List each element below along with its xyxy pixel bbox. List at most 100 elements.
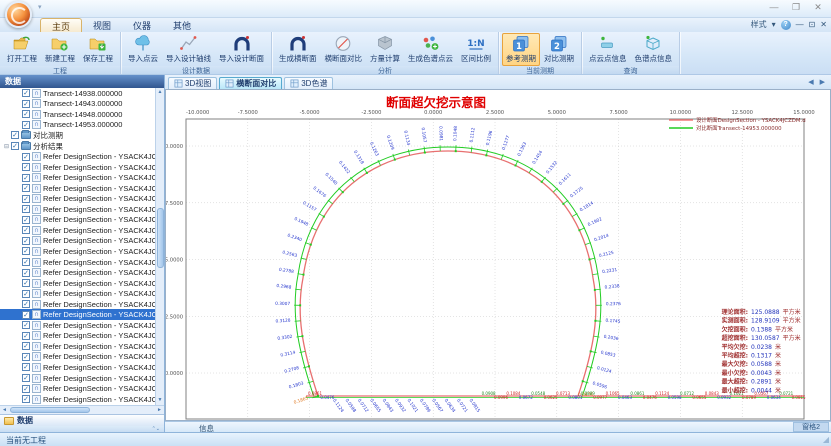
- pane-badge[interactable]: 窗格2: [793, 422, 829, 432]
- tree-checkbox[interactable]: ✓: [22, 311, 30, 319]
- tree-checkbox[interactable]: ✓: [22, 279, 30, 287]
- tree-checkbox[interactable]: ✓: [22, 121, 30, 129]
- tree-item[interactable]: ✓∩Refer DesignSection - YSACK4JCZDI: [0, 236, 164, 247]
- ribbon-button-导入设计轴线[interactable]: 导入设计轴线: [162, 33, 215, 66]
- tab-nav-arrows[interactable]: ◀ ▶: [808, 78, 827, 86]
- tree-checkbox[interactable]: ✓: [22, 332, 30, 340]
- tree-item[interactable]: ✓∩Transect-14943.000000: [0, 99, 164, 110]
- tree-checkbox[interactable]: ✓: [22, 247, 30, 255]
- tree-checkbox[interactable]: ✓: [22, 89, 30, 97]
- tree-checkbox[interactable]: ✓: [22, 184, 30, 192]
- scroll-right-icon[interactable]: ►: [157, 406, 162, 415]
- tree-item[interactable]: ✓∩Refer DesignSection - YSACK4JCZDI: [0, 331, 164, 342]
- tree-item[interactable]: ✓∩Transect-14938.000000: [0, 88, 164, 99]
- tree-checkbox[interactable]: ✓: [22, 205, 30, 213]
- tree-checkbox[interactable]: ✓: [22, 258, 30, 266]
- ribbon-button-区间比例[interactable]: 1:N区间比例: [457, 33, 495, 66]
- tree-expander-icon[interactable]: ⊟: [4, 143, 11, 150]
- tree-item[interactable]: ⊟✓分析结果: [0, 141, 164, 152]
- tree-checkbox[interactable]: ✓: [22, 385, 30, 393]
- tree-checkbox[interactable]: ✓: [22, 269, 30, 277]
- ribbon-button-导入设计断面[interactable]: 导入设计断面: [215, 33, 268, 66]
- tree-checkbox[interactable]: ✓: [22, 363, 30, 371]
- tree-item[interactable]: ✓∩Refer DesignSection - YSACK4JCZDI: [0, 204, 164, 215]
- ribbon-button-参考测期[interactable]: 1参考测期: [502, 33, 540, 66]
- resize-grip-icon[interactable]: ◢: [823, 435, 829, 444]
- quick-access-chevron-icon[interactable]: ▾: [38, 3, 42, 11]
- maximize-button[interactable]: ❐: [788, 2, 804, 13]
- tree-checkbox[interactable]: ✓: [22, 100, 30, 108]
- tree-item[interactable]: ✓对比测期: [0, 130, 164, 141]
- tree-item[interactable]: ✓∩Refer DesignSection - YSACK4JCZDI: [0, 151, 164, 162]
- tree-item[interactable]: ✓∩Refer DesignSection - YSACK4JCZDI: [0, 352, 164, 363]
- data-panel-bottom-tab[interactable]: 数据: [0, 414, 164, 426]
- tree-item-selected[interactable]: ✓∩Refer DesignSection - YSACK4JCZDI: [0, 309, 164, 320]
- vscroll-thumb[interactable]: [157, 208, 164, 268]
- ribbon-button-对比测期[interactable]: 2对比测期: [540, 33, 578, 66]
- tree-item[interactable]: ✓∩Refer DesignSection - YSACK4JCZDI: [0, 183, 164, 194]
- tree-checkbox[interactable]: ✓: [22, 216, 30, 224]
- scroll-up-icon[interactable]: ▲: [156, 88, 164, 97]
- ribbon-tab-其他[interactable]: 其他: [162, 18, 202, 32]
- tree-item[interactable]: ✓∩Refer DesignSection - YSACK4JCZDI: [0, 257, 164, 268]
- tree-checkbox[interactable]: ✓: [22, 226, 30, 234]
- tree-item[interactable]: ✓∩Refer DesignSection - YSACK4JCZDI: [0, 172, 164, 183]
- tree-checkbox[interactable]: ✓: [22, 110, 30, 118]
- close-button[interactable]: ✕: [810, 2, 826, 13]
- tree-checkbox[interactable]: ✓: [22, 353, 30, 361]
- mdi-restore-button[interactable]: ⊡: [809, 20, 816, 29]
- tree-checkbox[interactable]: ✓: [22, 342, 30, 350]
- app-orb-logo[interactable]: [5, 1, 32, 28]
- doc-tab-3D视图[interactable]: 3D视图: [168, 77, 217, 89]
- tree-item[interactable]: ✓∩Refer DesignSection - YSACK4JCZDI: [0, 362, 164, 373]
- tree-item[interactable]: ✓∩Refer DesignSection - YSACK4JCZDI: [0, 394, 164, 405]
- tree-checkbox[interactable]: ✓: [22, 395, 30, 403]
- ribbon-button-导入点云[interactable]: 导入点云: [124, 33, 162, 66]
- doc-tab-横断面对比[interactable]: 横断面对比: [219, 77, 282, 89]
- tree-checkbox[interactable]: ✓: [22, 321, 30, 329]
- tree-checkbox[interactable]: ✓: [22, 300, 30, 308]
- hscroll-thumb[interactable]: [10, 407, 90, 413]
- ribbon-button-横断面对比[interactable]: 横断面对比: [321, 33, 367, 66]
- tree-checkbox[interactable]: ✓: [11, 142, 19, 150]
- tree-item[interactable]: ✓∩Refer DesignSection - YSACK4JCZDI: [0, 320, 164, 331]
- doc-tab-3D色谱[interactable]: 3D色谱: [284, 77, 333, 89]
- tree-checkbox[interactable]: ✓: [11, 131, 19, 139]
- chart-canvas[interactable]: -10.0000-7.5000-5.0000-2.50000.00002.500…: [166, 90, 830, 420]
- ribbon-tab-主页[interactable]: 主页: [40, 18, 82, 32]
- tree-item[interactable]: ✓∩Refer DesignSection - YSACK4JCZDI: [0, 341, 164, 352]
- help-icon[interactable]: ?: [781, 20, 791, 30]
- ribbon-button-色谱点信息[interactable]: 色谱点信息: [631, 33, 677, 66]
- cross-section-chart[interactable]: -10.0000-7.5000-5.0000-2.50000.00002.500…: [165, 89, 831, 421]
- tree-item[interactable]: ✓∩Refer DesignSection - YSACK4JCZDI: [0, 288, 164, 299]
- tree-checkbox[interactable]: ✓: [22, 290, 30, 298]
- minimize-button[interactable]: —: [766, 2, 782, 13]
- tree-item[interactable]: ✓∩Refer DesignSection - YSACK4JCZDI: [0, 162, 164, 173]
- scroll-left-icon[interactable]: ◄: [2, 406, 7, 415]
- tree-checkbox[interactable]: ✓: [22, 195, 30, 203]
- ribbon-button-新建工程[interactable]: 新建工程: [41, 33, 79, 66]
- tree-checkbox[interactable]: ✓: [22, 374, 30, 382]
- ribbon-tab-视图[interactable]: 视图: [82, 18, 122, 32]
- tree-item[interactable]: ✓∩Transect-14948.000000: [0, 109, 164, 120]
- scroll-down-icon[interactable]: ▼: [156, 396, 164, 405]
- tree-checkbox[interactable]: ✓: [22, 163, 30, 171]
- ribbon-tab-仪器[interactable]: 仪器: [122, 18, 162, 32]
- ribbon-button-打开工程[interactable]: 打开工程: [3, 33, 41, 66]
- tree-horizontal-scrollbar[interactable]: ◄ ►: [0, 405, 164, 414]
- ribbon-button-生成横断面[interactable]: 生成横断面: [275, 33, 321, 66]
- tree-vertical-scrollbar[interactable]: ▲▼: [155, 88, 164, 405]
- mdi-minimize-button[interactable]: —: [796, 20, 804, 29]
- tree-item[interactable]: ✓∩Refer DesignSection - YSACK4JCZDI: [0, 246, 164, 257]
- tree-item[interactable]: ✓∩Refer DesignSection - YSACK4JCZDI: [0, 225, 164, 236]
- tree-item[interactable]: ✓∩Refer DesignSection - YSACK4JCZDI: [0, 193, 164, 204]
- ribbon-button-生成色谱点云[interactable]: 生成色谱点云: [404, 33, 457, 66]
- tree-item[interactable]: ✓∩Refer DesignSection - YSACK4JCZDI: [0, 267, 164, 278]
- style-menu[interactable]: 样式: [751, 19, 767, 30]
- style-menu-arrow-icon[interactable]: ▾: [772, 20, 776, 29]
- tree-checkbox[interactable]: ✓: [22, 153, 30, 161]
- ribbon-button-方量计算[interactable]: 方量计算: [366, 33, 404, 66]
- tree-item[interactable]: ✓∩Refer DesignSection - YSACK4JCZDI: [0, 373, 164, 384]
- ribbon-button-保存工程[interactable]: 保存工程: [79, 33, 117, 66]
- tree-item[interactable]: ✓∩Transect-14953.000000: [0, 120, 164, 131]
